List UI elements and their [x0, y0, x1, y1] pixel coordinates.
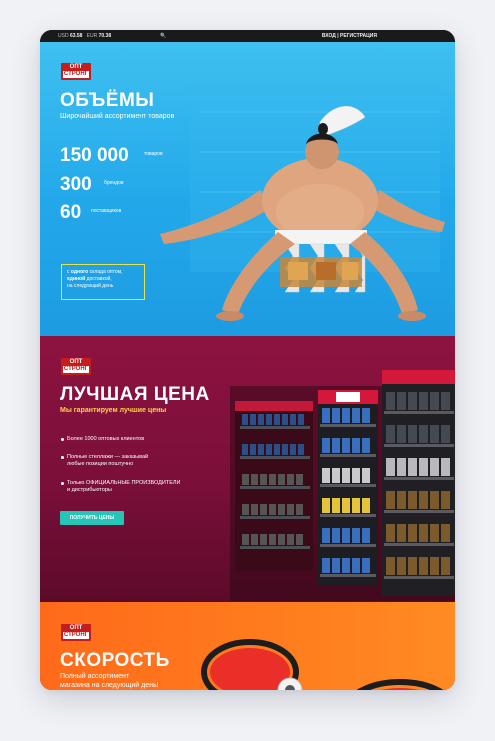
speed-title: СКОРОСТЬ	[60, 650, 170, 671]
login-register-link[interactable]: ВХОД | РЕГИСТРАЦИЯ	[322, 30, 377, 42]
brand-logo[interactable]: ОПТ СТРОНГ	[61, 358, 91, 375]
store-shelf-illustration	[230, 370, 455, 601]
best-price-title: ЛУЧШАЯ ЦЕНА	[60, 384, 210, 405]
brand-logo[interactable]: ОПТ СТРОНГ	[61, 624, 91, 641]
volumes-title: ОБЪЁМЫ	[60, 90, 155, 111]
brand-logo[interactable]: ОПТ СТРОНГ	[61, 63, 91, 80]
currency-rates: USD 63.58 EUR 70.38	[58, 30, 111, 42]
landing-page: USD 63.58 EUR 70.38 🔍 ВХОД | РЕГИСТРАЦИЯ…	[40, 30, 455, 690]
top-bar: USD 63.58 EUR 70.38 🔍 ВХОД | РЕГИСТРАЦИЯ	[40, 30, 455, 42]
get-prices-button[interactable]: ПОЛУЧИТЬ ЦЕНЫ	[60, 511, 124, 525]
stat-label: поставщиков	[91, 208, 122, 214]
list-item: Полные стеллажи — заказывай любые позици…	[60, 454, 149, 467]
search-icon[interactable]: 🔍	[160, 30, 166, 42]
stat-value: 300	[60, 174, 92, 195]
eur-value: 70.38	[98, 33, 112, 39]
list-item: Более 1000 оптовых клиентов	[60, 436, 145, 442]
best-price-section: ОПТ СТРОНГ ЛУЧШАЯ ЦЕНА Мы гарантируем луч…	[40, 336, 455, 602]
usd-value: 63.58	[69, 33, 83, 39]
delivery-notice: с одного склада оптом, единой доставкой,…	[61, 264, 145, 300]
volumes-section: ОПТ СТРОНГ ОБЪЁМЫ Широчайший ассортимент …	[40, 42, 455, 336]
eur-label: EUR	[86, 33, 98, 39]
sumo-wrestler-illustration	[160, 82, 445, 321]
speed-section: ОПТ СТРОНГ СКОРОСТЬ Полный ассортимент ма…	[40, 602, 455, 690]
stat-label: брендов	[104, 180, 124, 186]
usd-label: USD	[58, 33, 69, 39]
speed-subtitle: Полный ассортимент магазина на следующий…	[60, 673, 159, 689]
list-item: Только ОФИЦИАЛЬНЫЕ ПРОИЗВОДИТЕЛИ и дистр…	[60, 480, 181, 493]
stat-value: 60	[60, 202, 82, 223]
drone-illustration	[201, 639, 444, 690]
best-price-subtitle: Мы гарантируем лучшие цены	[60, 407, 167, 414]
stat-value: 150 000	[60, 145, 129, 166]
